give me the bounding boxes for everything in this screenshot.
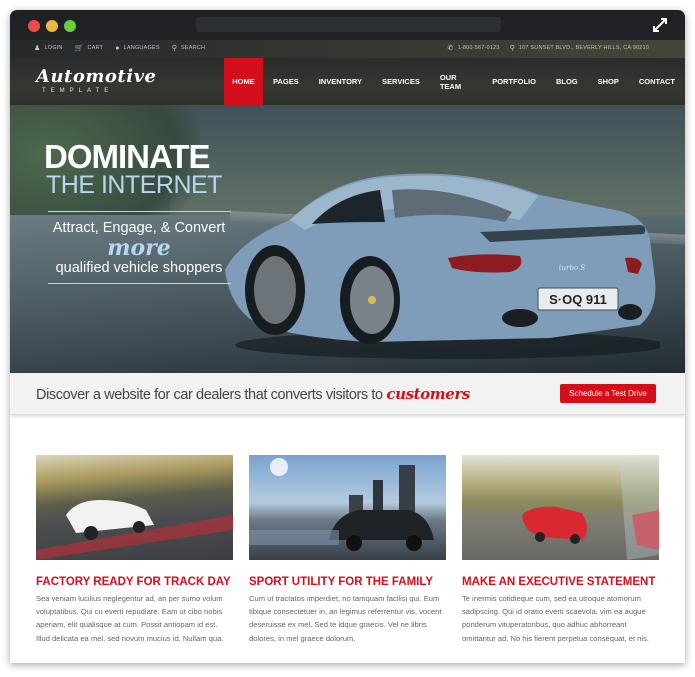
license-plate: S·OQ 911 xyxy=(549,292,607,307)
utility-bar: ♟ LOGIN 🛒 CART ● LANGUAGES ⚲ SEARCH ✆ 1-800-5… xyxy=(10,40,685,58)
nav-pages[interactable]: PAGES xyxy=(263,58,309,105)
hero-copy: DOMINATE THE INTERNET Attract, Engage, &… xyxy=(44,140,234,284)
browser-window: ♟ LOGIN 🛒 CART ● LANGUAGES ⚲ SEARCH ✆ 1-800-5… xyxy=(10,10,685,663)
address: ⚲ 107 SUNSET BLVD., BEVERLY HILLS, CA 902… xyxy=(509,45,649,52)
feature-cards: FACTORY READY FOR TRACK DAY Sea veniam l… xyxy=(36,455,659,645)
nav-our-team[interactable]: OUR TEAM xyxy=(430,58,482,105)
hero-headline: DOMINATE xyxy=(44,138,211,175)
feature-card: FACTORY READY FOR TRACK DAY Sea veniam l… xyxy=(36,455,233,645)
cart-link[interactable]: 🛒 CART xyxy=(75,44,104,52)
hero-line-3: qualified vehicle shoppers xyxy=(55,260,223,276)
map-pin-icon: ⚲ xyxy=(509,45,515,52)
cta-bar: Discover a website for car dealers that … xyxy=(10,373,685,415)
cta-text: Discover a website for car dealers that … xyxy=(36,385,470,403)
card-body: Sea veniam lucilius neglegentur ad, an p… xyxy=(36,594,224,643)
hero-divider xyxy=(48,211,231,212)
card-body: Cum ut tractatos imperdiet, no tamquam f… xyxy=(249,594,442,643)
suv-city-image[interactable] xyxy=(249,455,446,560)
globe-icon: ● xyxy=(115,44,120,52)
site-logo[interactable]: Automotive TEMPLATE xyxy=(36,66,157,94)
executive-car-image[interactable] xyxy=(462,455,659,560)
main-navbar: Automotive TEMPLATE HOME PAGES INVENTORY… xyxy=(10,58,685,105)
cta-accent-word: customers xyxy=(386,385,470,403)
hero-banner: S·OQ 911 turbo S DOMINATE THE INTERNET A… xyxy=(10,105,685,373)
zoom-window-button[interactable] xyxy=(64,20,76,32)
card-title[interactable]: FACTORY READY FOR TRACK DAY xyxy=(36,576,233,588)
sports-car-image: S·OQ 911 turbo S xyxy=(225,173,660,359)
hero-subheadline: THE INTERNET xyxy=(46,171,222,199)
nav-inventory[interactable]: INVENTORY xyxy=(309,58,372,105)
nav-shop[interactable]: SHOP xyxy=(588,58,629,105)
phone-icon: ✆ xyxy=(447,45,454,52)
user-icon: ♟ xyxy=(34,45,41,52)
card-title[interactable]: SPORT UTILITY FOR THE FAMILY xyxy=(249,576,446,588)
track-car-image[interactable] xyxy=(36,455,233,560)
cart-icon: 🛒 xyxy=(74,45,84,52)
window-titlebar xyxy=(10,10,685,40)
cta-text-main: Discover a website for car dealers that … xyxy=(36,387,383,403)
schedule-test-drive-button[interactable]: Schedule a Test Drive xyxy=(560,384,656,403)
feature-card: MAKE AN EXECUTIVE STATEMENT Te inermis c… xyxy=(462,455,659,645)
nav-blog[interactable]: BLOG xyxy=(546,58,588,105)
login-link[interactable]: ♟ LOGIN xyxy=(34,44,63,52)
minimize-window-button[interactable] xyxy=(46,20,58,32)
card-body: Te inermis cotidieque cum, sed ea utroqu… xyxy=(462,594,649,643)
nav-services[interactable]: SERVICES xyxy=(372,58,430,105)
expand-arrows-icon[interactable] xyxy=(651,16,669,34)
nav-home[interactable]: HOME xyxy=(224,58,263,105)
address-bar[interactable] xyxy=(196,17,501,32)
main-nav: HOME PAGES INVENTORY SERVICES OUR TEAM P… xyxy=(224,58,685,105)
feature-card: SPORT UTILITY FOR THE FAMILY Cum ut trac… xyxy=(249,455,446,645)
hero-divider-bottom xyxy=(48,283,231,284)
model-badge: turbo S xyxy=(559,264,586,272)
close-window-button[interactable] xyxy=(28,20,40,32)
languages-link[interactable]: ● LANGUAGES xyxy=(115,44,159,52)
search-icon: ⚲ xyxy=(171,45,178,52)
nav-portfolio[interactable]: PORTFOLIO xyxy=(482,58,546,105)
phone-number[interactable]: ✆ 1-800-567-0123 xyxy=(448,44,500,52)
nav-contact[interactable]: CONTACT xyxy=(629,58,685,105)
hero-line-2: more xyxy=(107,235,171,261)
search-link[interactable]: ⚲ SEARCH xyxy=(172,44,205,52)
card-title[interactable]: MAKE AN EXECUTIVE STATEMENT xyxy=(462,576,659,588)
